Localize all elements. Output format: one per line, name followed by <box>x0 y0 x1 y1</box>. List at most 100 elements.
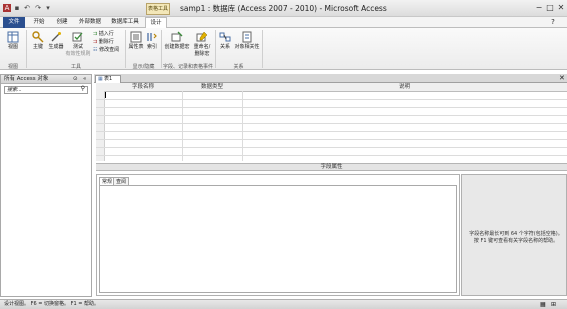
test-rules-sublabel: 有效性规则 <box>65 51 91 57</box>
close-document-icon[interactable]: ✕ <box>559 74 565 82</box>
redo-icon[interactable]: ↷ <box>34 4 42 12</box>
nav-search-input[interactable]: 搜索... ⚲ <box>4 86 88 94</box>
property-sheet-icon <box>130 31 142 43</box>
test-rules-icon <box>72 32 83 42</box>
tab-create[interactable]: 创建 <box>53 17 71 28</box>
design-view-icon[interactable]: ⊞ <box>551 300 556 309</box>
modify-lookups-button[interactable]: ☷ 修改查阅 <box>93 47 119 54</box>
test-rules-label: 测试 <box>72 44 83 50</box>
ribbon: 视图 视图 主键 生成器 测试 有效性规则 ⇉ 插入行 ⇉ 删除行 ☷ 修改查阅… <box>0 28 567 70</box>
indexes-button[interactable]: 索引 <box>145 31 159 50</box>
primary-key-button[interactable]: 主键 <box>30 31 46 50</box>
window-title: samp1 : 数据库 (Access 2007 - 2010) - Micro… <box>180 4 387 13</box>
builder-label: 生成器 <box>48 44 64 50</box>
minimize-button[interactable]: − <box>534 3 544 13</box>
column-header-data-type[interactable]: 数据类型 <box>182 83 243 92</box>
grid-row-line <box>96 99 567 100</box>
rename-delete-macro-button[interactable]: 重命名/ 删除宏 <box>190 31 214 57</box>
search-icon[interactable]: ⚲ <box>81 86 85 92</box>
nav-search-placeholder: 搜索... <box>7 87 22 93</box>
grid-row-line <box>96 139 567 140</box>
data-macro-icon <box>171 31 183 42</box>
property-sheet-button[interactable]: 属性表 <box>128 31 144 50</box>
grid-row-line <box>96 115 567 116</box>
tab-home[interactable]: 开始 <box>30 17 48 28</box>
grid-row-line <box>96 147 567 148</box>
indexes-icon <box>147 33 157 41</box>
relationships-label: 关系 <box>219 44 230 50</box>
rename-macro-icon <box>196 31 208 42</box>
nav-pane-header[interactable]: 所有 Access 对象 ⊙ « <box>1 75 91 84</box>
group-relationships-label: 关系 <box>233 64 244 70</box>
document-tab[interactable]: ▦ 表1 <box>95 75 121 83</box>
group-show-hide-label: 显示/隐藏 <box>132 64 155 70</box>
field-properties-panel: 常规 查阅 <box>96 174 460 296</box>
column-header-field-name[interactable]: 字段名称 <box>104 83 183 92</box>
column-header-description[interactable]: 说明 <box>242 83 567 92</box>
status-text: 设计视图。 F6 = 切换窗格。 F1 = 帮助。 <box>4 301 100 307</box>
tab-database-tools[interactable]: 数据库工具 <box>108 17 142 28</box>
modify-lookups-label: 修改查阅 <box>99 47 120 53</box>
status-bar: 设计视图。 F6 = 切换窗格。 F1 = 帮助。 ▦ ⊞ <box>0 299 567 309</box>
help-icon[interactable]: ? <box>548 17 558 28</box>
group-separator <box>262 30 263 68</box>
field-help-panel: 字段名称最长可到 64 个字符(包括空格)。按 F1 键可查看有关字段名称的帮助… <box>461 174 567 296</box>
relationships-icon <box>219 32 231 42</box>
group-separator <box>26 30 27 68</box>
insert-rows-icon: ⇉ <box>93 31 98 37</box>
document-tab-label: 表1 <box>104 76 113 82</box>
builder-button[interactable]: 生成器 <box>47 31 65 50</box>
grid-divider <box>182 91 183 161</box>
undo-icon[interactable]: ↶ <box>23 4 31 12</box>
text-cursor <box>105 92 106 98</box>
title-bar: A ▪ ↶ ↷ ▾ 表格工具 samp1 : 数据库 (Access 2007 … <box>0 0 567 17</box>
grid-row-line <box>96 107 567 108</box>
maximize-button[interactable]: □ <box>545 3 555 13</box>
view-button-label: 视图 <box>7 44 18 50</box>
datasheet-view-icon[interactable]: ▦ <box>540 300 546 309</box>
table-view-icon <box>7 31 19 43</box>
close-button[interactable]: ✕ <box>556 3 566 13</box>
property-sheet-label: 属性表 <box>128 44 144 50</box>
group-views-label: 视图 <box>7 64 18 70</box>
modify-lookups-icon: ☷ <box>93 47 98 53</box>
grid-divider <box>242 91 243 161</box>
ribbon-tabs: 文件 开始 创建 外部数据 数据库工具 设计 ? <box>0 17 567 30</box>
tab-file[interactable]: 文件 <box>3 17 25 28</box>
access-logo-icon[interactable]: A <box>3 4 11 12</box>
object-dependencies-icon <box>242 31 252 43</box>
wand-icon <box>51 32 61 42</box>
insert-rows-button[interactable]: ⇉ 插入行 <box>93 31 114 38</box>
save-icon[interactable]: ▪ <box>13 4 21 12</box>
grid-row-line <box>96 123 567 124</box>
delete-rows-icon: ⇉ <box>93 39 98 45</box>
primary-key-label: 主键 <box>32 44 43 50</box>
nav-pane-title: 所有 Access 对象 <box>4 76 49 82</box>
indexes-label: 索引 <box>146 44 157 50</box>
row-selector-column[interactable] <box>96 91 105 161</box>
nav-collapse-icon[interactable]: « <box>83 75 86 84</box>
group-tools-label: 工具 <box>70 64 81 70</box>
tab-external-data[interactable]: 外部数据 <box>76 17 104 28</box>
customize-icon[interactable]: ▾ <box>44 4 52 12</box>
delete-rows-button[interactable]: ⇉ 删除行 <box>93 39 114 46</box>
document-tab-bar: ▦ 表1 ✕ <box>94 74 567 83</box>
key-icon <box>32 31 44 43</box>
field-properties-header: 字段属性 <box>96 163 567 171</box>
navigation-pane: 所有 Access 对象 ⊙ « 搜索... ⚲ <box>0 74 92 297</box>
nav-dropdown-icon[interactable]: ⊙ <box>73 75 78 84</box>
object-dependencies-button[interactable]: 对象相关性 <box>233 31 261 50</box>
create-data-macros-button[interactable]: 创建数据宏 <box>164 31 190 50</box>
view-button[interactable]: 视图 <box>4 31 22 50</box>
delete-rows-label: 删除行 <box>98 39 114 45</box>
grid-row-line <box>96 131 567 132</box>
grid-row-line <box>96 155 567 156</box>
rename-delete-label: 重命名/ <box>193 44 211 50</box>
group-field-events-label: 字段、记录和表格事件 <box>162 64 213 70</box>
table-design-grid: 字段名称 数据类型 说明 <box>96 83 567 161</box>
relationships-button[interactable]: 关系 <box>218 31 232 50</box>
object-dependencies-label: 对象相关性 <box>234 44 260 50</box>
context-tab-group: 表格工具 <box>146 3 170 15</box>
insert-rows-label: 插入行 <box>98 31 114 37</box>
test-validation-rules-button[interactable]: 测试 有效性规则 <box>64 31 92 57</box>
